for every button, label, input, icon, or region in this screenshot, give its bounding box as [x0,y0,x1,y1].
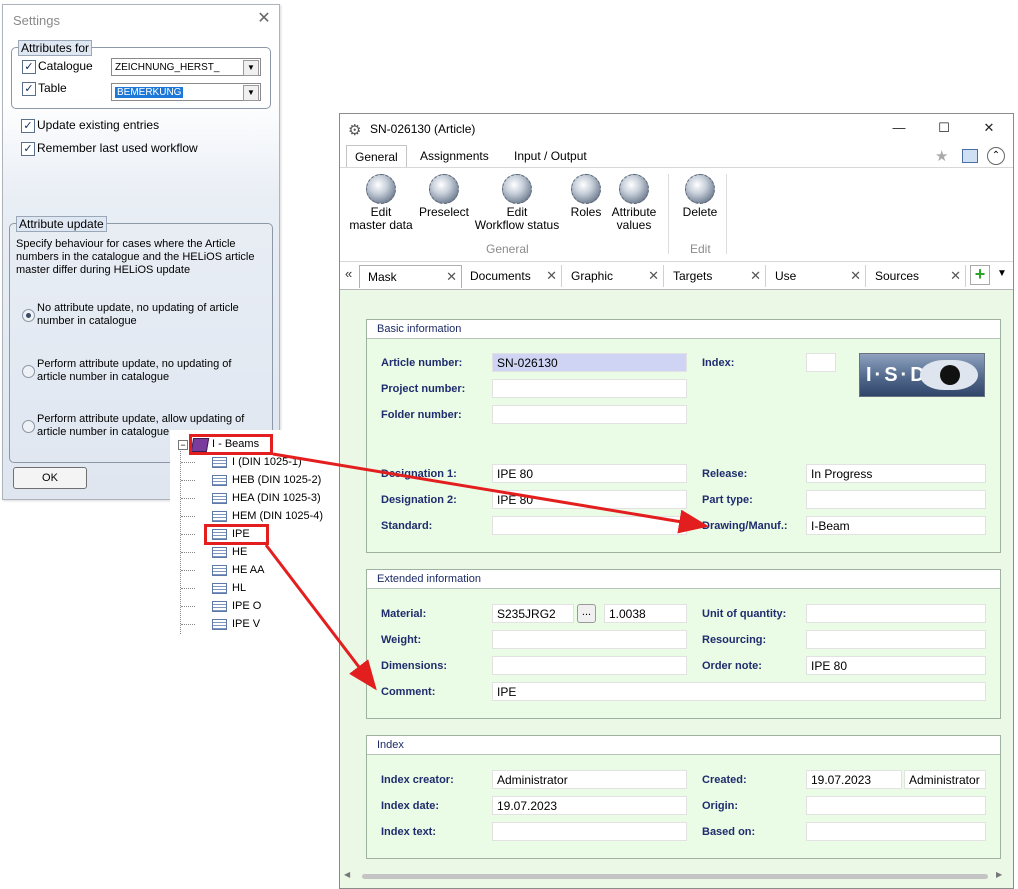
arrow-root-to-drawing [272,452,709,534]
annotation-arrows [264,452,709,691]
arrow-ipe-to-comment [264,544,377,691]
